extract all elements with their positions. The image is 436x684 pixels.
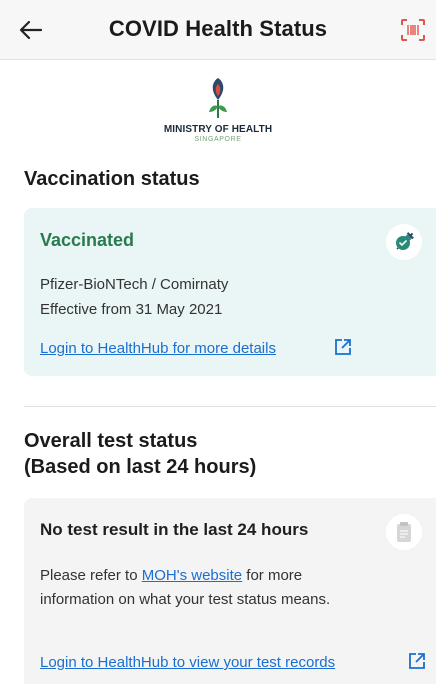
vaccination-status: Vaccinated: [40, 230, 135, 250]
external-link-icon[interactable]: [334, 338, 352, 356]
back-button[interactable]: [14, 13, 48, 47]
app-bar: COVID Health Status: [0, 0, 436, 60]
test-status: No test result in the last 24 hours: [40, 520, 309, 539]
external-link-icon[interactable]: [408, 652, 426, 670]
check-icon: [396, 236, 410, 250]
scan-icon: [401, 19, 425, 41]
page-title: COVID Health Status: [108, 16, 328, 41]
scan-button[interactable]: [398, 16, 428, 44]
test-section-title-line1: Overall test status: [24, 430, 198, 452]
vaccine-name: Pfizer-BioNTech / Comirnaty: [40, 276, 229, 293]
moh-website-link[interactable]: MOH's website: [142, 567, 242, 584]
moh-emblem-icon: [209, 78, 227, 118]
test-section-title: Overall test status (Based on last 24 ho…: [24, 428, 256, 480]
arrow-left-icon: [19, 20, 43, 40]
test-badge: [386, 514, 422, 550]
test-section-title-line2: (Based on last 24 hours): [24, 456, 257, 478]
test-info-text: Please refer to MOH's website for more i…: [40, 564, 340, 612]
test-card: No test result in the last 24 hours Plea…: [24, 498, 436, 684]
moh-logo: MINISTRY OF HEALTH SINGAPORE: [0, 76, 436, 150]
healthhub-test-records-link[interactable]: Login to HealthHub to view your test rec…: [40, 654, 335, 671]
vaccination-effective-date: Effective from 31 May 2021: [40, 301, 223, 318]
vaccination-section-title: Vaccination status: [24, 168, 200, 190]
clipboard-icon: [397, 522, 411, 542]
vaccination-badge: [386, 224, 422, 260]
section-divider: [24, 406, 436, 407]
healthhub-details-link[interactable]: Login to HealthHub for more details: [40, 340, 276, 357]
test-info-prefix: Please refer to: [40, 567, 142, 584]
vaccination-card: Vaccinated Pfizer-BioNTech / Comirnaty E…: [24, 208, 436, 376]
moh-name: MINISTRY OF HEALTH: [163, 124, 273, 135]
moh-country: SINGAPORE: [194, 136, 242, 143]
